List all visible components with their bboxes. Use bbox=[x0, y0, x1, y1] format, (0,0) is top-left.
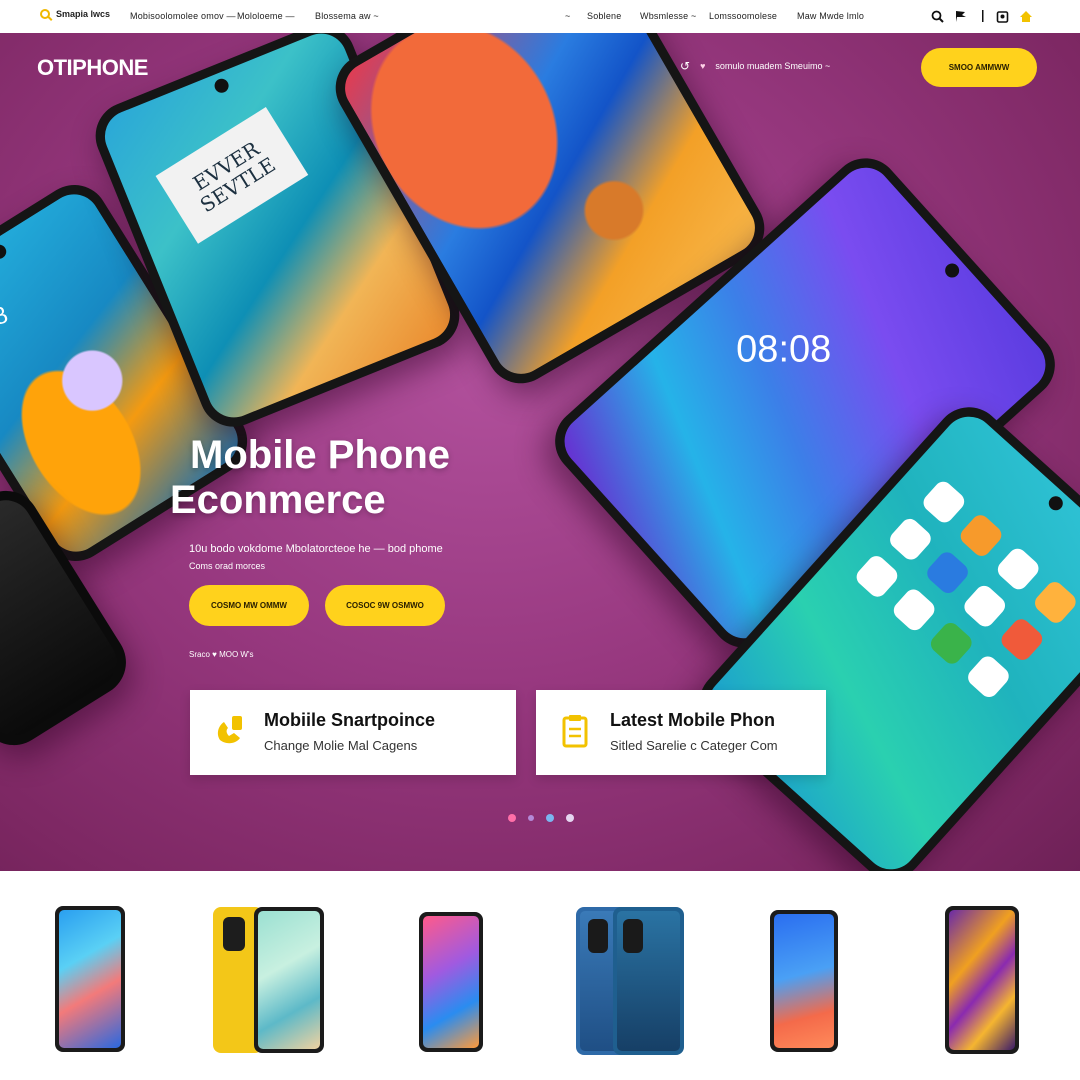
camera-icon bbox=[623, 919, 643, 953]
carousel-dot-2[interactable] bbox=[528, 815, 534, 821]
product-thumb-8[interactable] bbox=[945, 906, 1019, 1054]
hero-nav-label[interactable]: somulo muadem Smeuimo ~ bbox=[715, 61, 830, 71]
carousel-dot-3[interactable] bbox=[546, 814, 554, 822]
hero-subtitle-line1: 10u bodo vokdome Mbolatorcteoe he — bod … bbox=[189, 543, 443, 555]
top-navigation-bar: Smapia lwcs Mobisoolomolee omov — Mololo… bbox=[0, 0, 1080, 33]
hero-subtitle: 10u bodo vokdome Mbolatorcteoe he — bod … bbox=[189, 541, 443, 575]
product-thumb-7[interactable] bbox=[770, 910, 838, 1052]
product-thumb-1[interactable] bbox=[55, 906, 125, 1052]
nav-link-1[interactable]: Mobisoolomolee omov — bbox=[130, 11, 236, 21]
clipboard-icon bbox=[562, 715, 588, 748]
brand-logo[interactable]: OTIPHONE bbox=[37, 55, 148, 81]
hero-title-line1: Mobile Phone bbox=[190, 433, 450, 477]
nav-link-4[interactable]: ~ bbox=[565, 11, 570, 21]
camera-icon bbox=[588, 919, 608, 953]
top-search-label: Smapia lwcs bbox=[56, 9, 111, 19]
nav-link-7[interactable]: Lomssoomolese bbox=[709, 11, 777, 21]
card-subtitle: Change Molie Mal Cagens bbox=[264, 738, 418, 753]
nav-link-3[interactable]: Blossema aw ~ bbox=[315, 11, 379, 21]
nav-link-2[interactable]: Mololoeme — bbox=[237, 11, 295, 21]
phone-clock-2: 08:08 bbox=[736, 328, 832, 371]
nav-link-8[interactable]: Maw Mwde lmlo bbox=[797, 11, 864, 21]
hero-primary-button[interactable]: COSMO MW OMMW bbox=[189, 585, 309, 626]
product-thumb-3[interactable] bbox=[254, 907, 324, 1053]
hero-subtitle-line2: Coms orad morces bbox=[189, 561, 266, 571]
product-row bbox=[0, 871, 1080, 1080]
cart-icon[interactable] bbox=[994, 8, 1010, 24]
product-thumb-6[interactable] bbox=[613, 907, 684, 1055]
card-title: Mobiile Snartpoince bbox=[264, 710, 436, 730]
hero-secondary-button[interactable]: COSOC 9W OSMWO bbox=[325, 585, 445, 626]
carousel-dots bbox=[508, 814, 574, 822]
top-search[interactable]: Smapia lwcs bbox=[40, 9, 110, 19]
nav-link-6[interactable]: Wbsmlesse ~ bbox=[640, 11, 696, 21]
divider bbox=[975, 8, 991, 24]
category-card-smartphone[interactable]: Mobiile Snartpoince Change Molie Mal Cag… bbox=[190, 690, 516, 775]
card-subtitle: Sitled Sarelie c Categer Com bbox=[610, 738, 778, 753]
heart-icon[interactable]: ♥ bbox=[700, 61, 705, 71]
nav-link-5[interactable]: Soblene bbox=[587, 11, 621, 21]
category-card-latest[interactable]: Latest Mobile Phon Sitled Sarelie c Cate… bbox=[536, 690, 826, 775]
phone-sign-text: EVVER SEVTLE bbox=[188, 136, 280, 218]
app-icon-grid bbox=[852, 478, 1080, 701]
phone-sign: EVVER SEVTLE bbox=[155, 107, 309, 244]
search-icon[interactable] bbox=[929, 8, 945, 24]
hero-title: Mobile Phone Econmerce bbox=[170, 433, 450, 523]
phone-handset-icon bbox=[217, 716, 242, 744]
card-title: Latest Mobile Phon bbox=[610, 710, 776, 730]
hero-nav[interactable]: ↺ ♥ somulo muadem Smeuimo ~ bbox=[680, 59, 830, 73]
phone-clock-1: 12:48 bbox=[0, 301, 12, 348]
carousel-dot-1[interactable] bbox=[508, 814, 516, 822]
product-thumb-4[interactable] bbox=[419, 912, 483, 1052]
hero-title-line2: Econmerce bbox=[170, 478, 386, 522]
flag-icon[interactable] bbox=[953, 8, 969, 24]
search-icon[interactable] bbox=[40, 9, 50, 19]
refresh-icon[interactable]: ↺ bbox=[680, 59, 690, 73]
hero-banner: 12:48 EVVER SEVTLE 08:08 OTIPHONE ↺ ♥ so… bbox=[0, 33, 1080, 871]
top-cta-button[interactable]: SMOO AMMWW bbox=[921, 48, 1037, 87]
carousel-dot-4[interactable] bbox=[566, 814, 574, 822]
home-icon[interactable] bbox=[1018, 8, 1034, 24]
camera-icon bbox=[223, 917, 245, 951]
hero-meta: Sraco ♥ MOO W's bbox=[189, 650, 254, 659]
